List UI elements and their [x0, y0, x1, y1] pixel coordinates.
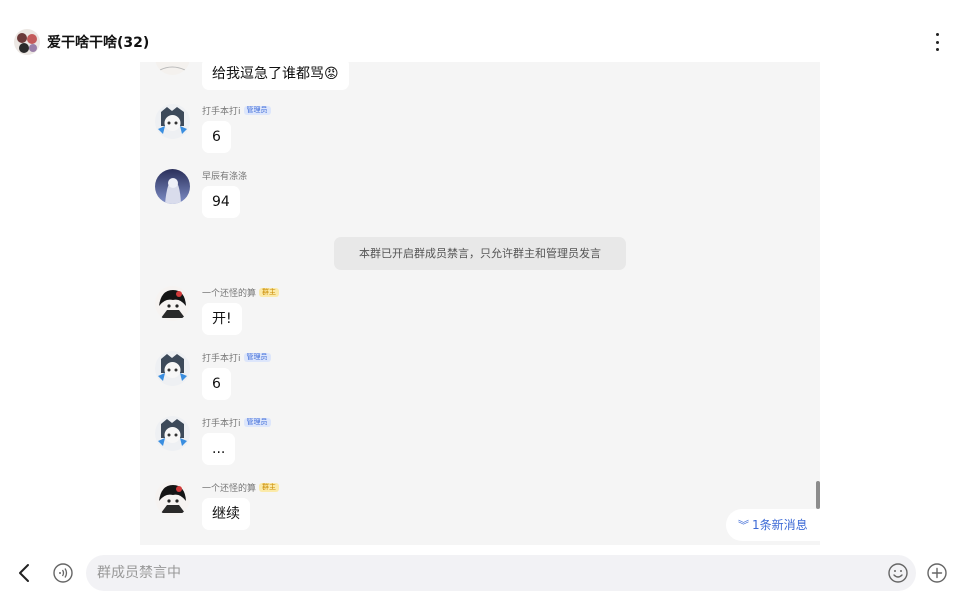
voice-icon[interactable]: [52, 562, 74, 584]
group-avatar[interactable]: [14, 29, 40, 55]
message-input[interactable]: [86, 555, 916, 591]
composer-bar: [0, 548, 960, 600]
message-bubble[interactable]: 继续: [202, 498, 250, 530]
sender-line: 打手本打i 管理员: [202, 416, 271, 429]
emoji-icon[interactable]: [887, 562, 909, 584]
admin-badge: 管理员: [243, 106, 271, 115]
new-messages-button[interactable]: ︾ 1条新消息: [726, 509, 820, 541]
message-item: 打手本打i 管理员 ...: [140, 414, 820, 470]
sender-name: 打手本打i: [202, 419, 241, 429]
message-bubble[interactable]: ...: [202, 433, 236, 465]
message-item: 给我逗急了谁都骂😡: [140, 58, 820, 90]
message-item: 早辰有涤涤 94: [140, 167, 820, 223]
sender-line: 打手本打i 管理员: [202, 104, 271, 117]
owner-badge: 群主: [259, 483, 280, 492]
chat-header: 爱干啥干啥(32): [0, 0, 960, 62]
owner-badge: 群主: [259, 288, 280, 297]
sender-name: 一个还怪的算: [202, 289, 257, 299]
message-list[interactable]: 给我逗急了谁都骂😡 打手本打i 管理员 6 早辰有涤涤 94 本群已开启群成员禁…: [140, 58, 820, 545]
group-title: 爱干啥干啥(32): [47, 35, 150, 51]
system-notice: 本群已开启群成员禁言，只允许群主和管理员发言: [334, 237, 626, 270]
sender-name: 打手本打i: [202, 354, 241, 364]
scrollbar-thumb[interactable]: [816, 481, 820, 509]
sender-line: 一个还怪的算 群主: [202, 286, 280, 299]
double-chevron-down-icon: ︾: [738, 519, 749, 532]
avatar[interactable]: [155, 481, 190, 516]
message-item: 打手本打i 管理员 6: [140, 349, 820, 405]
admin-badge: 管理员: [243, 418, 271, 427]
sender-line: 早辰有涤涤: [202, 169, 247, 182]
avatar[interactable]: [155, 169, 190, 204]
message-bubble[interactable]: 6: [202, 121, 231, 153]
message-item: 打手本打i 管理员 6: [140, 102, 820, 158]
sender-line: 打手本打i 管理员: [202, 351, 271, 364]
message-item: 一个还怪的算 群主 开!: [140, 284, 820, 340]
message-bubble[interactable]: 94: [202, 186, 240, 218]
new-messages-label: 1条新消息: [752, 518, 808, 532]
plus-icon[interactable]: [926, 562, 948, 584]
sender-name: 早辰有涤涤: [202, 172, 248, 182]
sender-name: 一个还怪的算: [202, 484, 257, 494]
more-vertical-icon[interactable]: [924, 30, 950, 54]
avatar[interactable]: [155, 286, 190, 321]
avatar[interactable]: [155, 351, 190, 386]
avatar[interactable]: [155, 104, 190, 139]
admin-badge: 管理员: [243, 353, 271, 362]
sender-name: 打手本打i: [202, 107, 241, 117]
message-bubble[interactable]: 给我逗急了谁都骂😡: [202, 58, 349, 90]
sender-line: 一个还怪的算 群主: [202, 481, 280, 494]
message-bubble[interactable]: 6: [202, 368, 231, 400]
back-arrow-icon[interactable]: [14, 562, 34, 584]
message-item: 一个还怪的算 群主 继续: [140, 479, 820, 535]
avatar[interactable]: [155, 416, 190, 451]
message-bubble[interactable]: 开!: [202, 303, 242, 335]
